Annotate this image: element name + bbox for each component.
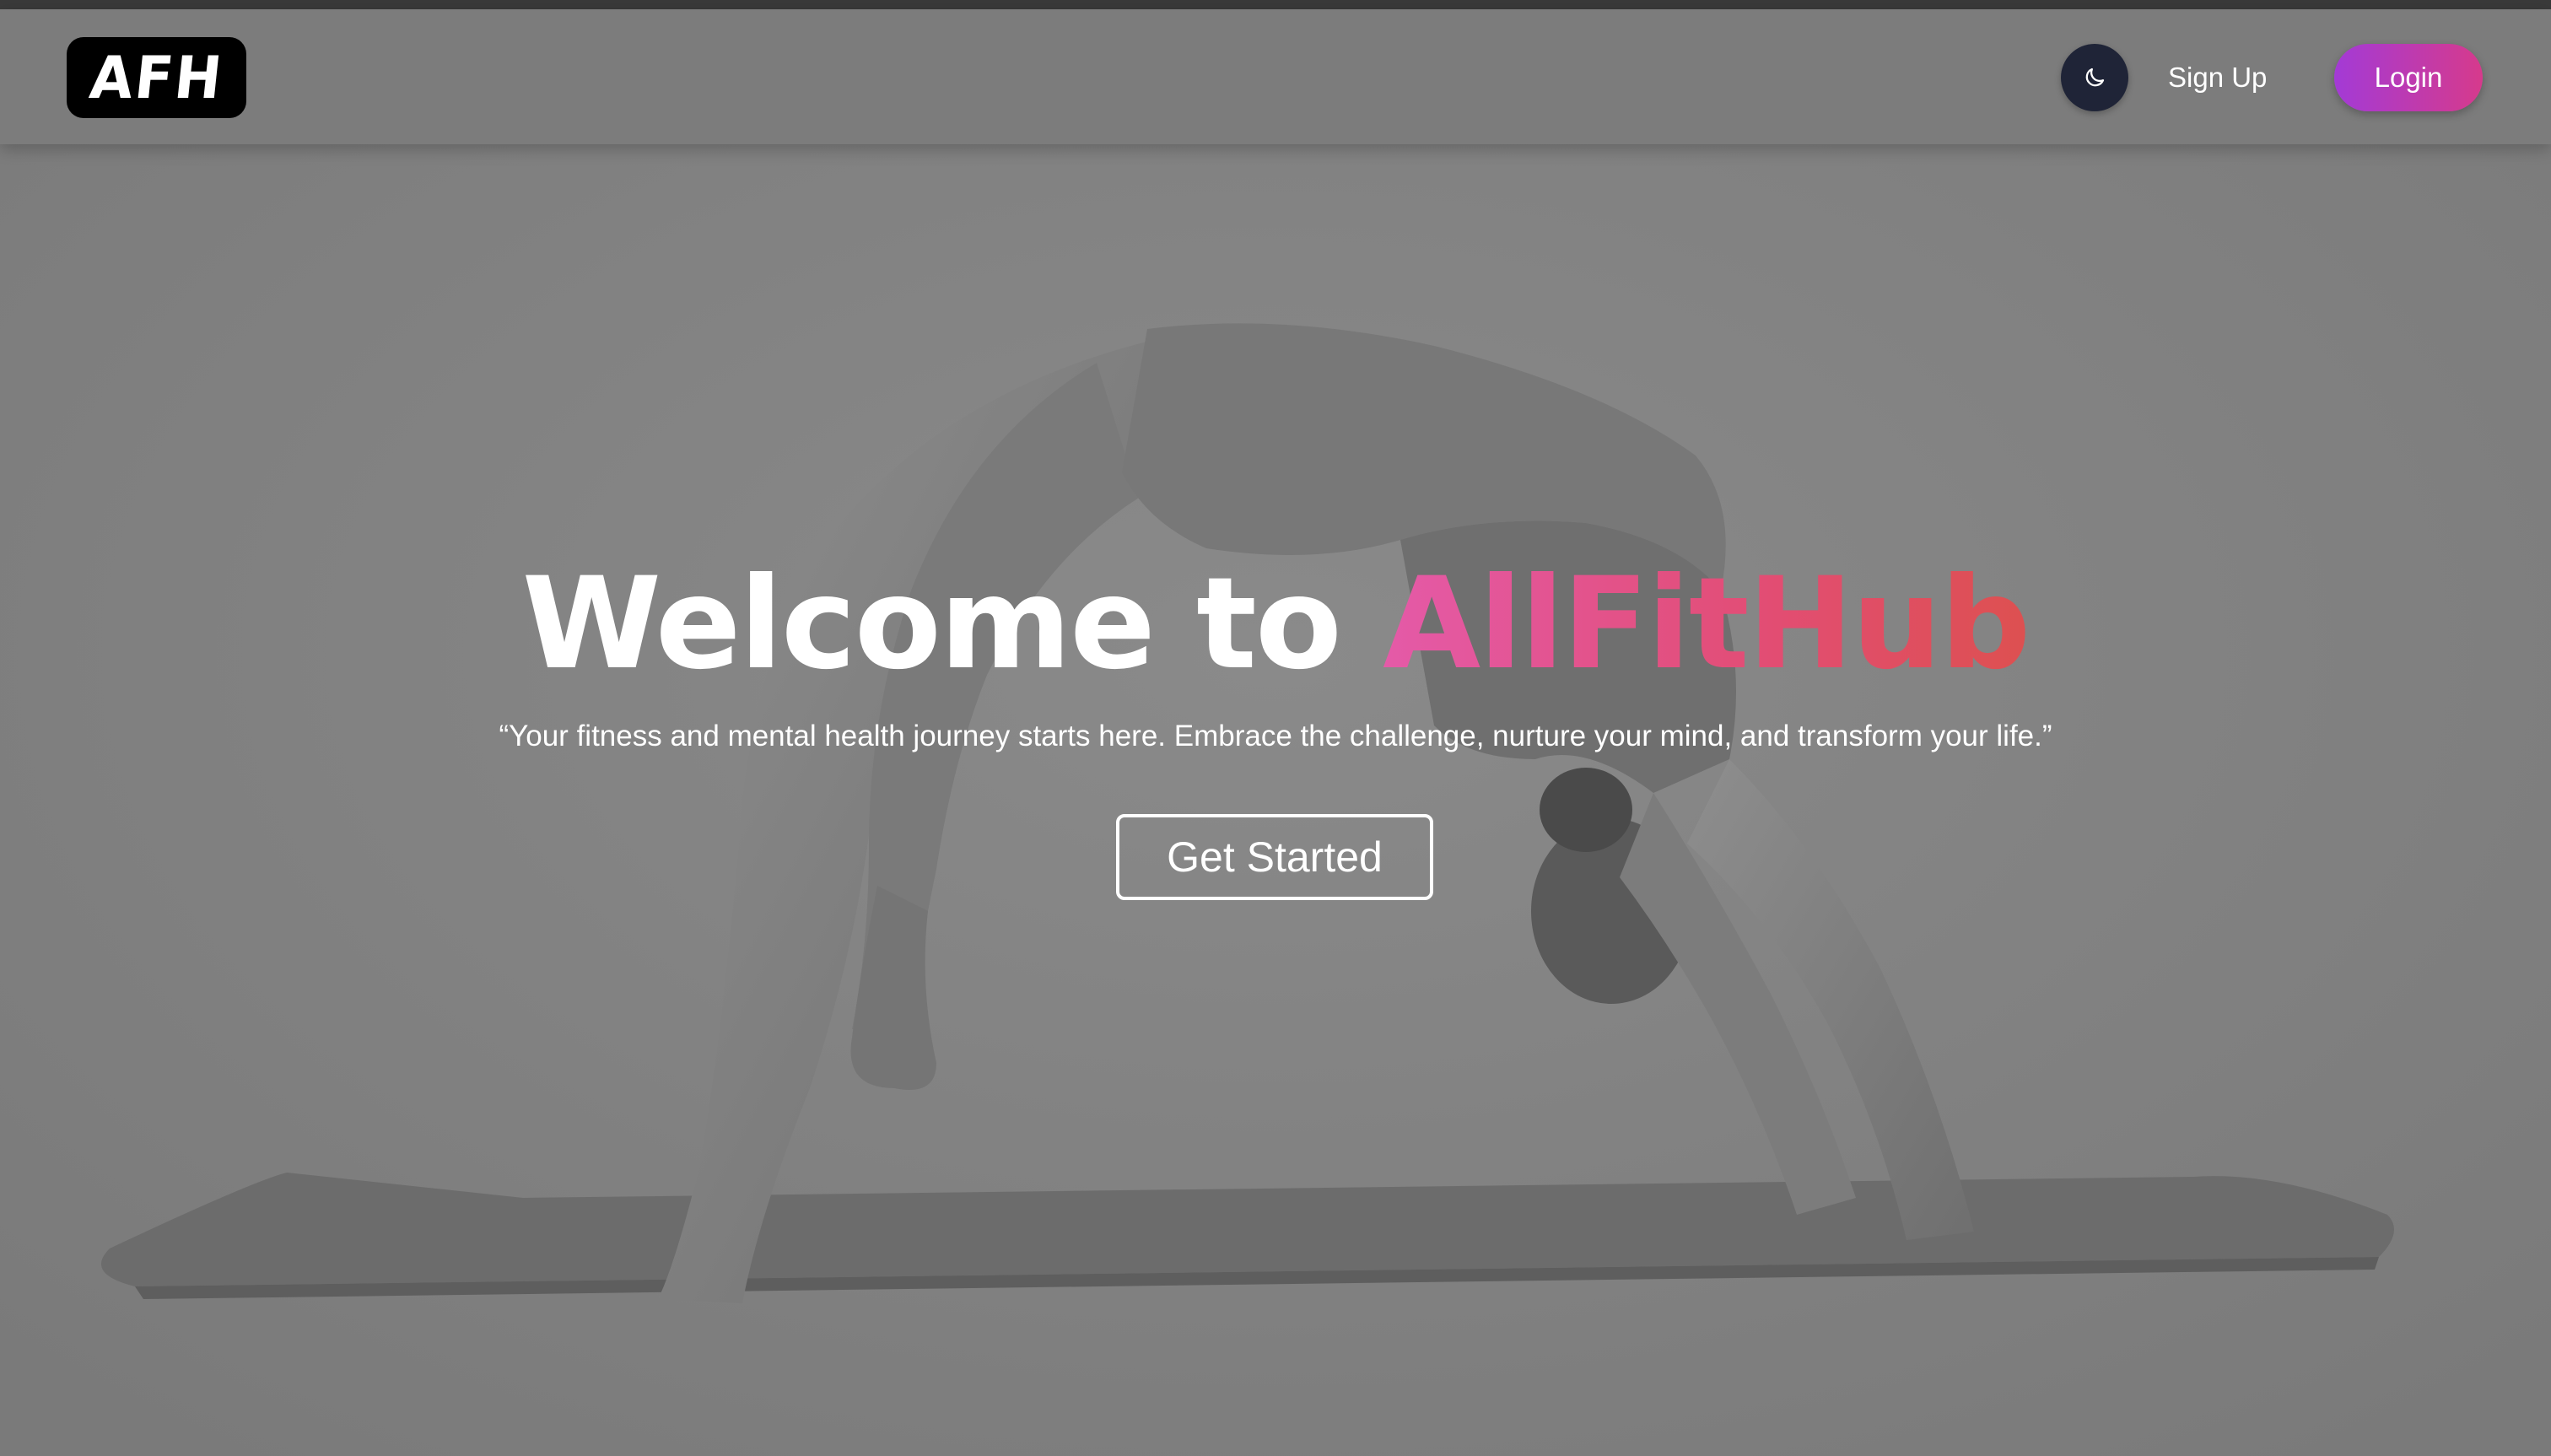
window-top-strip xyxy=(0,0,2551,9)
landing-page: AFH Sign Up Login Welcome to AllFitHub “… xyxy=(0,0,2551,1456)
hero-quote: “Your fitness and mental health journey … xyxy=(499,720,2052,752)
theme-toggle-button[interactable] xyxy=(2061,44,2128,111)
site-logo[interactable]: AFH xyxy=(67,37,246,118)
navbar: AFH Sign Up Login xyxy=(0,9,2551,144)
hero-title: Welcome to AllFitHub xyxy=(0,553,2551,696)
hero-title-brand: AllFitHub xyxy=(1383,551,2031,698)
moon-icon xyxy=(2085,67,2105,87)
logo-text: AFH xyxy=(86,43,227,112)
sign-up-link[interactable]: Sign Up xyxy=(2168,57,2267,99)
get-started-button[interactable]: Get Started xyxy=(1116,814,1433,900)
hero-title-prefix: Welcome to xyxy=(521,551,1383,698)
login-button[interactable]: Login xyxy=(2334,44,2483,111)
